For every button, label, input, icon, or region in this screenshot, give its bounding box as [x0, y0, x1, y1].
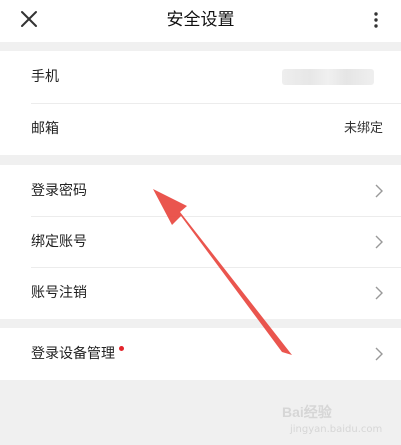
annotation-arrow [153, 189, 292, 355]
watermark-url: jingyan.baidu.com [290, 424, 383, 435]
watermark-logo: Bai经验 [282, 404, 332, 420]
